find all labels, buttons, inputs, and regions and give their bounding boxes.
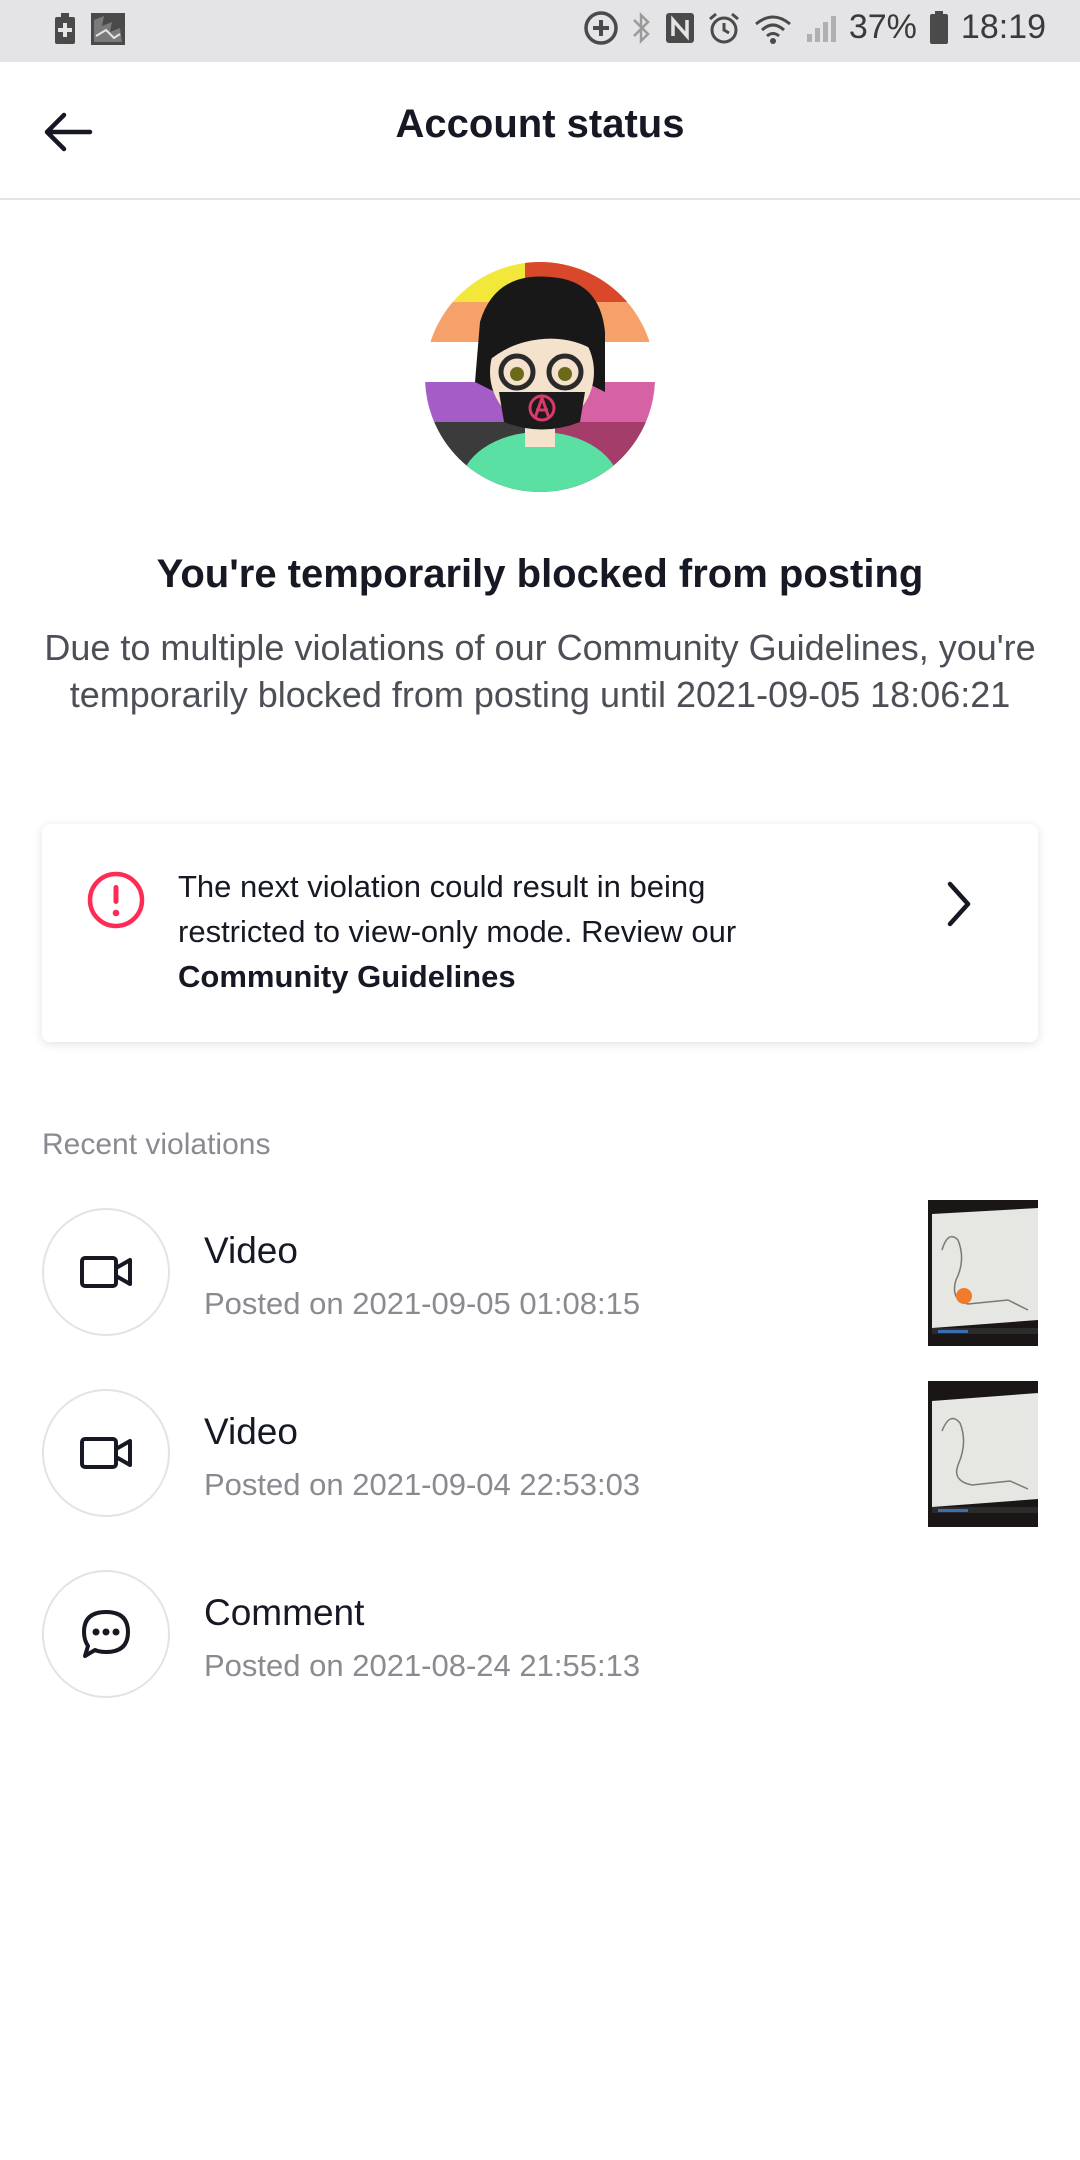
violation-row[interactable]: Video Posted on 2021-09-05 01:08:15	[42, 1200, 1038, 1346]
photo-notification-icon	[90, 12, 126, 46]
violation-icon-badge	[42, 1208, 170, 1336]
video-thumbnail[interactable]	[928, 1200, 1038, 1346]
violation-type: Comment	[204, 1592, 365, 1633]
violation-row[interactable]: Video Posted on 2021-09-04 22:53:03	[42, 1381, 1038, 1527]
violation-date: Posted on 2021-09-05 01:08:15	[204, 1286, 641, 1321]
battery-saver-icon	[54, 13, 76, 45]
nfc-icon	[665, 12, 695, 44]
status-bar-right: 37% 18:19	[583, 8, 1046, 47]
chevron-right-icon	[934, 876, 982, 932]
section-label-recent-violations: Recent violations	[42, 1128, 271, 1161]
warning-message: The next violation could result in being…	[178, 869, 737, 949]
header-bar: Account status	[0, 62, 1080, 200]
battery-percent: 37%	[848, 8, 917, 46]
violation-icon-badge	[42, 1389, 170, 1517]
violation-date: Posted on 2021-09-04 22:53:03	[204, 1467, 641, 1502]
data-saver-icon	[583, 10, 619, 46]
violation-icon-badge	[42, 1570, 170, 1698]
bluetooth-icon	[631, 11, 653, 45]
status-bar: 37% 18:19	[0, 0, 1080, 62]
page-title: Account status	[395, 102, 685, 146]
violation-row[interactable]: Comment Posted on 2021-08-24 21:55:13	[42, 1570, 1038, 1702]
status-bar-left	[54, 12, 126, 46]
signal-icon	[805, 12, 837, 44]
warning-text: The next violation could result in being…	[178, 864, 818, 999]
block-description: Due to multiple violations of our Commun…	[44, 627, 1036, 715]
violation-type: Video	[204, 1411, 298, 1452]
battery-icon	[929, 10, 949, 45]
violation-type: Video	[204, 1230, 298, 1271]
block-headline: You're temporarily blocked from posting	[156, 552, 924, 596]
avatar	[425, 262, 655, 492]
warning-card[interactable]: The next violation could result in being…	[42, 824, 1038, 1042]
video-camera-icon	[80, 1256, 132, 1288]
video-thumbnail[interactable]	[928, 1381, 1038, 1527]
alert-circle-icon	[86, 870, 146, 930]
violation-date: Posted on 2021-08-24 21:55:13	[204, 1648, 641, 1683]
wifi-icon	[753, 12, 793, 44]
clock: 18:19	[960, 8, 1046, 46]
comment-bubble-icon	[82, 1610, 130, 1658]
alarm-icon	[707, 11, 741, 45]
community-guidelines-link[interactable]: Community Guidelines	[178, 959, 516, 994]
video-camera-icon	[80, 1437, 132, 1469]
